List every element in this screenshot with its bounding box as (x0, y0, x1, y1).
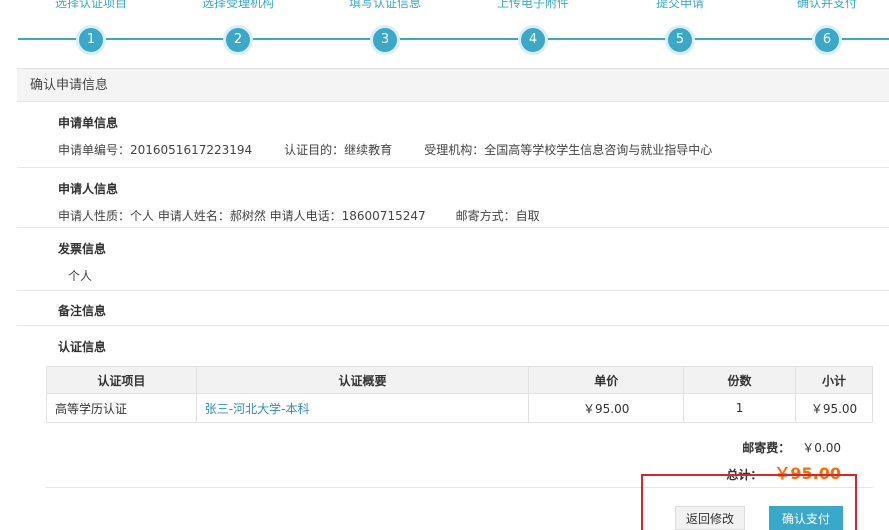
summary-link[interactable]: 张三-河北大学-本科 (205, 402, 310, 416)
step-1: 选择认证项目 1 (31, 0, 151, 55)
item-cell: 高等学历认证 (46, 393, 197, 423)
step-number-badge: 4 (518, 25, 548, 55)
price-cell: ￥95.00 (528, 393, 685, 423)
invoice-value: 个人 (68, 269, 93, 283)
step-number-badge: 2 (223, 25, 253, 55)
qty-cell: 1 (683, 393, 796, 423)
step-number-badge: 1 (76, 25, 106, 55)
application-agency: 受理机构：全国高等学校学生信息咨询与就业指导中心 (424, 143, 713, 157)
column-header: 小计 (794, 366, 874, 394)
step-3: 填写认证信息 3 (325, 0, 445, 55)
postage-value: ￥0.00 (802, 441, 841, 455)
step-label: 选择认证项目 (54, 0, 127, 10)
postage-row: 邮寄费： ￥0.00 (730, 439, 841, 456)
step-label: 确认并支付 (796, 0, 857, 10)
certification-table: 认证项目 认证概要 单价 份数 小计 高等学历认证 张三-河北大学-本科 ￥95… (46, 366, 874, 423)
column-header: 认证项目 (46, 366, 197, 394)
applicant-section: 申请人信息 申请人性质：个人 申请人姓名：郝树然 申请人电话：186007152… (17, 168, 889, 228)
step-5: 提交申请 5 (620, 0, 740, 55)
table-header-row: 认证项目 认证概要 单价 份数 小计 (46, 366, 874, 394)
applicant-info: 申请人性质：个人 申请人姓名：郝树然 申请人电话：18600715247 (58, 209, 426, 223)
progress-stepper: 选择认证项目 1 选择受理机构 2 填写认证信息 3 上传电子附件 4 提交申请… (0, 0, 889, 62)
step-label: 选择受理机构 (201, 0, 274, 10)
step-number-badge: 6 (812, 25, 842, 55)
application-details: 申请单编号：2016051617223194 认证目的：继续教育 受理机构：全国高等… (58, 141, 889, 158)
application-section: 申请单信息 申请单编号：2016051617223194 认证目的：继续教育 受理机… (17, 102, 889, 168)
step-label: 上传电子附件 (496, 0, 569, 10)
section-title: 发票信息 (58, 242, 107, 256)
section-title: 申请人信息 (58, 182, 119, 196)
column-header: 单价 (528, 366, 685, 394)
step-4: 上传电子附件 4 (473, 0, 593, 55)
panel-title: 确认申请信息 (17, 68, 889, 102)
step-label: 提交申请 (655, 0, 704, 10)
column-header: 份数 (683, 366, 796, 394)
subtotal-cell: ￥95.00 (794, 393, 874, 423)
summary-cell: 张三-河北大学-本科 (195, 393, 530, 423)
section-title: 认证信息 (58, 340, 107, 354)
confirm-panel: 确认申请信息 申请单信息 申请单编号：2016051617223194 认证目的：… (17, 68, 889, 530)
application-number: 申请单编号：2016051617223194 (58, 143, 253, 157)
table-row: 高等学历认证 张三-河北大学-本科 ￥95.00 1 ￥95.00 (46, 393, 874, 423)
postage-label: 邮寄费： (742, 441, 791, 455)
back-edit-button[interactable]: 返回修改 (675, 506, 745, 530)
applicant-details: 申请人性质：个人 申请人姓名：郝树然 申请人电话：18600715247 邮寄方式… (58, 207, 889, 224)
remarks-section: 备注信息 (17, 291, 889, 326)
step-number-badge: 5 (665, 25, 695, 55)
certification-section: 认证信息 认证项目 认证概要 单价 份数 小计 高等学历认证 张三-河北大学-本… (17, 326, 889, 490)
step-2: 选择受理机构 2 (178, 0, 298, 55)
step-number-badge: 3 (370, 25, 400, 55)
column-header: 认证概要 (195, 366, 530, 394)
confirm-pay-button[interactable]: 确认支付 (769, 506, 843, 530)
stepper-line (18, 38, 889, 40)
step-label: 填写认证信息 (348, 0, 421, 10)
section-title: 备注信息 (58, 304, 107, 318)
mailing-method: 邮寄方式：自取 (455, 209, 540, 223)
application-purpose: 认证目的：继续教育 (284, 143, 393, 157)
section-title: 申请单信息 (58, 116, 119, 130)
step-6: 确认并支付 6 (767, 0, 887, 55)
invoice-section: 发票信息 个人 (17, 228, 889, 291)
